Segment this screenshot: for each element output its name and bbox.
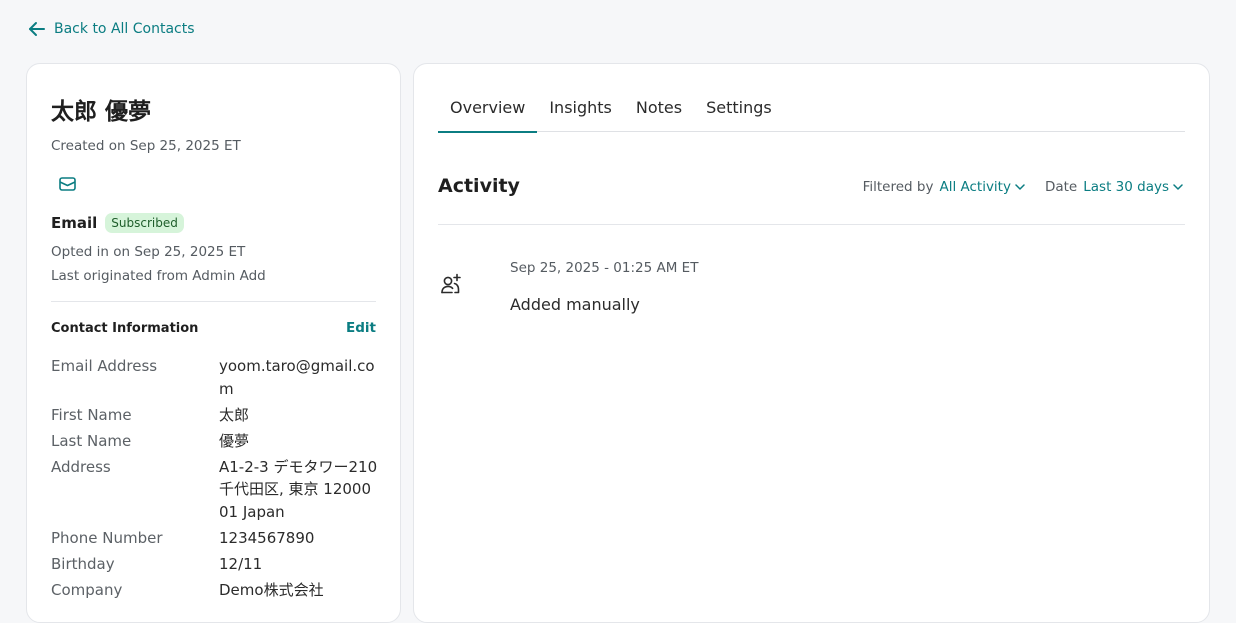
arrow-left-icon (29, 22, 45, 36)
info-value: A1-2-3 デモタワー210 千代田区, 東京 1200001 Japan (219, 457, 378, 521)
info-label: Company (51, 580, 123, 599)
contact-info-table: Email Address yoom.taro@gmail.com First … (51, 355, 381, 605)
tab-insights[interactable]: Insights (537, 94, 624, 132)
last-originated-text: Last originated from Admin Add (51, 268, 266, 284)
activity-description: Added manually (510, 295, 640, 314)
activity-filters: Filtered by All Activity Date Last 30 da… (863, 179, 1183, 195)
date-range-dropdown[interactable]: Last 30 days (1083, 179, 1183, 195)
info-row-last-name: Last Name 優夢 (51, 430, 381, 453)
section-divider (51, 301, 376, 302)
tab-overview[interactable]: Overview (438, 94, 538, 133)
contact-name: 太郎 優夢 (51, 99, 152, 125)
info-value: Demo株式会社 (219, 580, 324, 599)
info-label: Email Address (51, 357, 158, 375)
back-to-contacts-link[interactable]: Back to All Contacts (28, 18, 195, 40)
info-value: 太郎 (219, 405, 250, 424)
chevron-down-icon (1015, 183, 1025, 190)
info-row-birthday: Birthday 12/11 (51, 553, 381, 576)
subscribed-status-badge: Subscribed (105, 213, 184, 233)
contact-details-card: 太郎 優夢 Created on Sep 25, 2025 ET Email S… (26, 63, 401, 623)
info-label: Address (51, 457, 111, 476)
info-row-address: Address A1-2-3 デモタワー210 千代田区, 東京 1200001… (51, 456, 381, 524)
date-label: Date (1044, 179, 1078, 195)
activity-heading: Activity (438, 175, 520, 197)
activity-timestamp: Sep 25, 2025 - 01:25 AM ET (510, 260, 699, 276)
info-label: First Name (51, 405, 132, 424)
filter-label: Filtered by (862, 179, 934, 195)
email-status-row: Email Subscribed (51, 213, 184, 233)
info-label: Last Name (51, 431, 132, 450)
info-label: Phone Number (51, 528, 163, 547)
contact-information-heading: Contact Information (51, 321, 199, 336)
info-label: Birthday (51, 554, 115, 573)
date-range-value: Last 30 days (1083, 179, 1169, 195)
chevron-down-icon (1173, 183, 1183, 190)
envelope-icon (57, 175, 77, 193)
info-value: yoom.taro@gmail.com (219, 357, 375, 398)
email-label: Email (51, 214, 98, 232)
contact-activity-card: Overview Insights Notes Settings Activit… (413, 63, 1210, 623)
activity-divider (438, 224, 1185, 225)
user-add-icon (439, 272, 463, 296)
activity-filter-value: All Activity (939, 179, 1011, 195)
info-value: 12/11 (219, 554, 263, 573)
info-row-phone: Phone Number 1234567890 (51, 527, 381, 550)
edit-contact-button[interactable]: Edit (346, 320, 376, 336)
info-row-email: Email Address yoom.taro@gmail.com (51, 355, 381, 400)
tab-settings[interactable]: Settings (694, 94, 784, 132)
tab-notes[interactable]: Notes (624, 94, 694, 132)
info-row-company: Company Demo株式会社 (51, 579, 381, 602)
info-value: 優夢 (219, 431, 250, 450)
activity-filter-dropdown[interactable]: All Activity (939, 179, 1025, 195)
opted-in-text: Opted in on Sep 25, 2025 ET (51, 244, 246, 260)
created-on-text: Created on Sep 25, 2025 ET (51, 138, 241, 154)
info-value: 1234567890 (219, 528, 315, 547)
back-link-label: Back to All Contacts (54, 21, 195, 37)
contact-tabs: Overview Insights Notes Settings (438, 94, 1185, 133)
info-row-first-name: First Name 太郎 (51, 404, 381, 427)
